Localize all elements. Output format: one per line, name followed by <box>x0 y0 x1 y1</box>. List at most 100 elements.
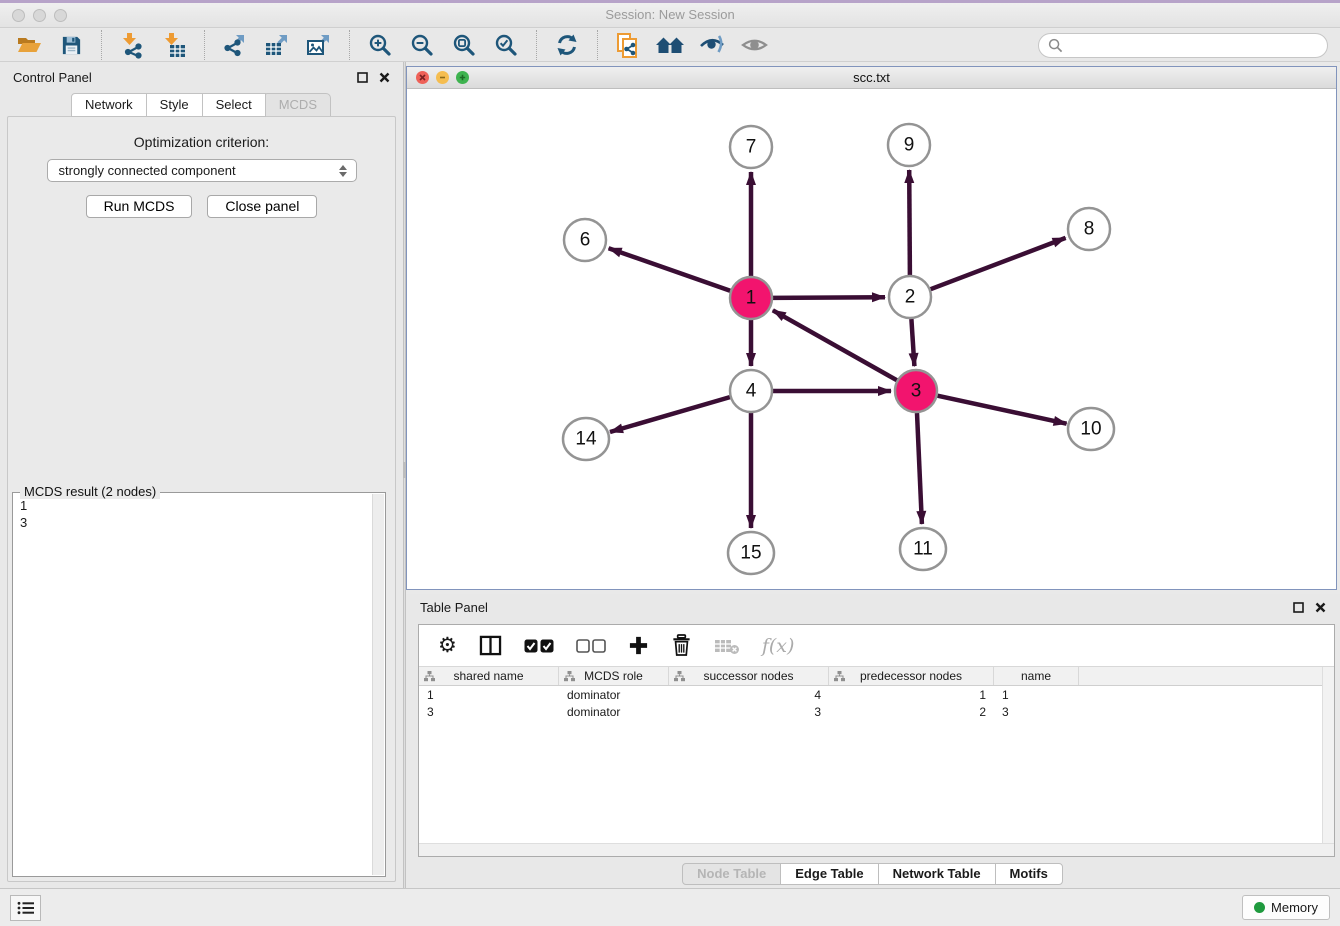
criterion-select[interactable]: strongly connected component <box>47 159 357 182</box>
graph-edge-2-8[interactable] <box>931 238 1066 289</box>
search-icon <box>1048 38 1063 53</box>
toolbar-separator <box>101 30 102 60</box>
task-history-button[interactable] <box>10 895 41 921</box>
zoom-in-icon[interactable] <box>364 30 396 60</box>
close-table-panel-icon[interactable] <box>1315 602 1326 613</box>
float-table-panel-icon[interactable] <box>1293 602 1304 613</box>
zoom-out-icon[interactable] <box>406 30 438 60</box>
search-field[interactable] <box>1038 33 1328 58</box>
graph-node-4[interactable]: 4 <box>730 370 772 412</box>
svg-text:10: 10 <box>1080 419 1101 440</box>
table-cell[interactable]: 1 <box>829 688 994 702</box>
table-cell[interactable]: 1 <box>994 688 1079 702</box>
clone-network-icon[interactable] <box>612 30 644 60</box>
table-cell[interactable]: dominator <box>559 688 669 702</box>
column-header-successor-nodes[interactable]: successor nodes <box>669 667 829 685</box>
import-table-icon[interactable] <box>158 30 190 60</box>
column-header-predecessor-nodes[interactable]: predecessor nodes <box>829 667 994 685</box>
table-horizontal-scrollbar[interactable] <box>419 843 1334 856</box>
graph-node-2[interactable]: 2 <box>889 276 931 318</box>
deselect-all-icon[interactable] <box>576 639 606 653</box>
table-vertical-scrollbar[interactable] <box>1322 667 1334 843</box>
select-all-icon[interactable] <box>524 639 554 653</box>
table-cell[interactable]: 3 <box>994 705 1079 719</box>
table-row[interactable]: 3dominator323 <box>419 703 1334 720</box>
table-settings-icon[interactable]: ⚙ <box>438 636 457 656</box>
table-cell[interactable]: 2 <box>829 705 994 719</box>
zoom-selected-icon[interactable] <box>490 30 522 60</box>
table-row[interactable]: 1dominator411 <box>419 686 1334 703</box>
import-network-icon[interactable] <box>116 30 148 60</box>
table-cell[interactable]: dominator <box>559 705 669 719</box>
tab-style[interactable]: Style <box>146 93 203 117</box>
zoom-fit-icon[interactable] <box>448 30 480 60</box>
mcds-result-text[interactable]: 1 3 <box>20 497 369 873</box>
column-header-shared-name[interactable]: shared name <box>419 667 559 685</box>
hide-eye-icon[interactable] <box>696 30 728 60</box>
graph-edge-3-1[interactable] <box>773 310 897 380</box>
close-panel-button[interactable]: Close panel <box>207 195 317 218</box>
column-header-name[interactable]: name <box>994 667 1079 685</box>
tab-motifs[interactable]: Motifs <box>995 863 1063 885</box>
graph-node-7[interactable]: 7 <box>730 126 772 168</box>
table-cell[interactable]: 3 <box>669 705 829 719</box>
split-columns-icon[interactable] <box>479 635 502 656</box>
graph-node-14[interactable]: 14 <box>563 418 609 460</box>
tab-mcds[interactable]: MCDS <box>265 93 331 117</box>
close-panel-icon[interactable] <box>379 72 390 83</box>
column-header-mcds-role[interactable]: MCDS role <box>559 667 669 685</box>
graph-node-6[interactable]: 6 <box>564 219 606 261</box>
tab-edge-table[interactable]: Edge Table <box>780 863 878 885</box>
network-close-button[interactable] <box>416 71 429 84</box>
result-scrollbar[interactable] <box>372 494 384 875</box>
graph-node-11[interactable]: 11 <box>900 528 946 570</box>
graph-edge-3-10[interactable] <box>938 396 1067 424</box>
graph-node-3[interactable]: 3 <box>895 370 937 412</box>
graph-edge-2-9[interactable] <box>909 170 910 275</box>
open-session-icon[interactable] <box>13 30 45 60</box>
table-panel: Table Panel ⚙ f(x) shared nameMCDS roles… <box>406 594 1340 888</box>
save-session-icon[interactable] <box>55 30 87 60</box>
graph-edge-1-2[interactable] <box>773 297 885 298</box>
tab-network-table[interactable]: Network Table <box>878 863 996 885</box>
svg-text:11: 11 <box>913 539 933 560</box>
network-minimize-button[interactable] <box>436 71 449 84</box>
network-canvas[interactable]: 7 9 6 8 1 2 4 3 14 10 15 11 <box>407 89 1336 589</box>
add-column-icon[interactable] <box>628 635 649 656</box>
minimize-window-button[interactable] <box>33 9 46 22</box>
export-table-icon[interactable] <box>261 30 293 60</box>
network-title: scc.txt <box>853 70 890 85</box>
network-maximize-button[interactable] <box>456 71 469 84</box>
graph-edge-4-14[interactable] <box>610 397 730 432</box>
graph-node-10[interactable]: 10 <box>1068 408 1114 450</box>
graph-node-1[interactable]: 1 <box>730 277 772 319</box>
graph-node-8[interactable]: 8 <box>1068 208 1110 250</box>
network-canvas-svg: 7 9 6 8 1 2 4 3 14 10 15 11 <box>407 89 1336 589</box>
table-cell[interactable]: 1 <box>419 688 559 702</box>
run-mcds-button[interactable]: Run MCDS <box>86 195 193 218</box>
close-window-button[interactable] <box>12 9 25 22</box>
memory-label: Memory <box>1271 900 1318 915</box>
network-window-titlebar[interactable]: scc.txt <box>407 67 1336 89</box>
table-cell[interactable]: 3 <box>419 705 559 719</box>
tab-select[interactable]: Select <box>202 93 266 117</box>
graph-edge-3-11[interactable] <box>917 413 922 524</box>
graph-edge-1-6[interactable] <box>609 248 731 291</box>
houses-icon[interactable] <box>654 30 686 60</box>
refresh-icon[interactable] <box>551 30 583 60</box>
table-cell[interactable]: 4 <box>669 688 829 702</box>
graph-node-9[interactable]: 9 <box>888 124 930 166</box>
table-panel-title: Table Panel <box>420 600 488 615</box>
graph-node-15[interactable]: 15 <box>728 532 774 574</box>
float-panel-icon[interactable] <box>357 72 368 83</box>
svg-text:8: 8 <box>1084 219 1095 240</box>
delete-column-icon[interactable] <box>671 634 692 657</box>
tab-node-table[interactable]: Node Table <box>682 863 781 885</box>
search-input[interactable] <box>1069 37 1318 54</box>
graph-edge-2-3[interactable] <box>911 319 914 366</box>
export-image-icon[interactable] <box>303 30 335 60</box>
tab-network[interactable]: Network <box>71 93 147 117</box>
memory-button[interactable]: Memory <box>1242 895 1330 920</box>
export-network-icon[interactable] <box>219 30 251 60</box>
zoom-window-button[interactable] <box>54 9 67 22</box>
